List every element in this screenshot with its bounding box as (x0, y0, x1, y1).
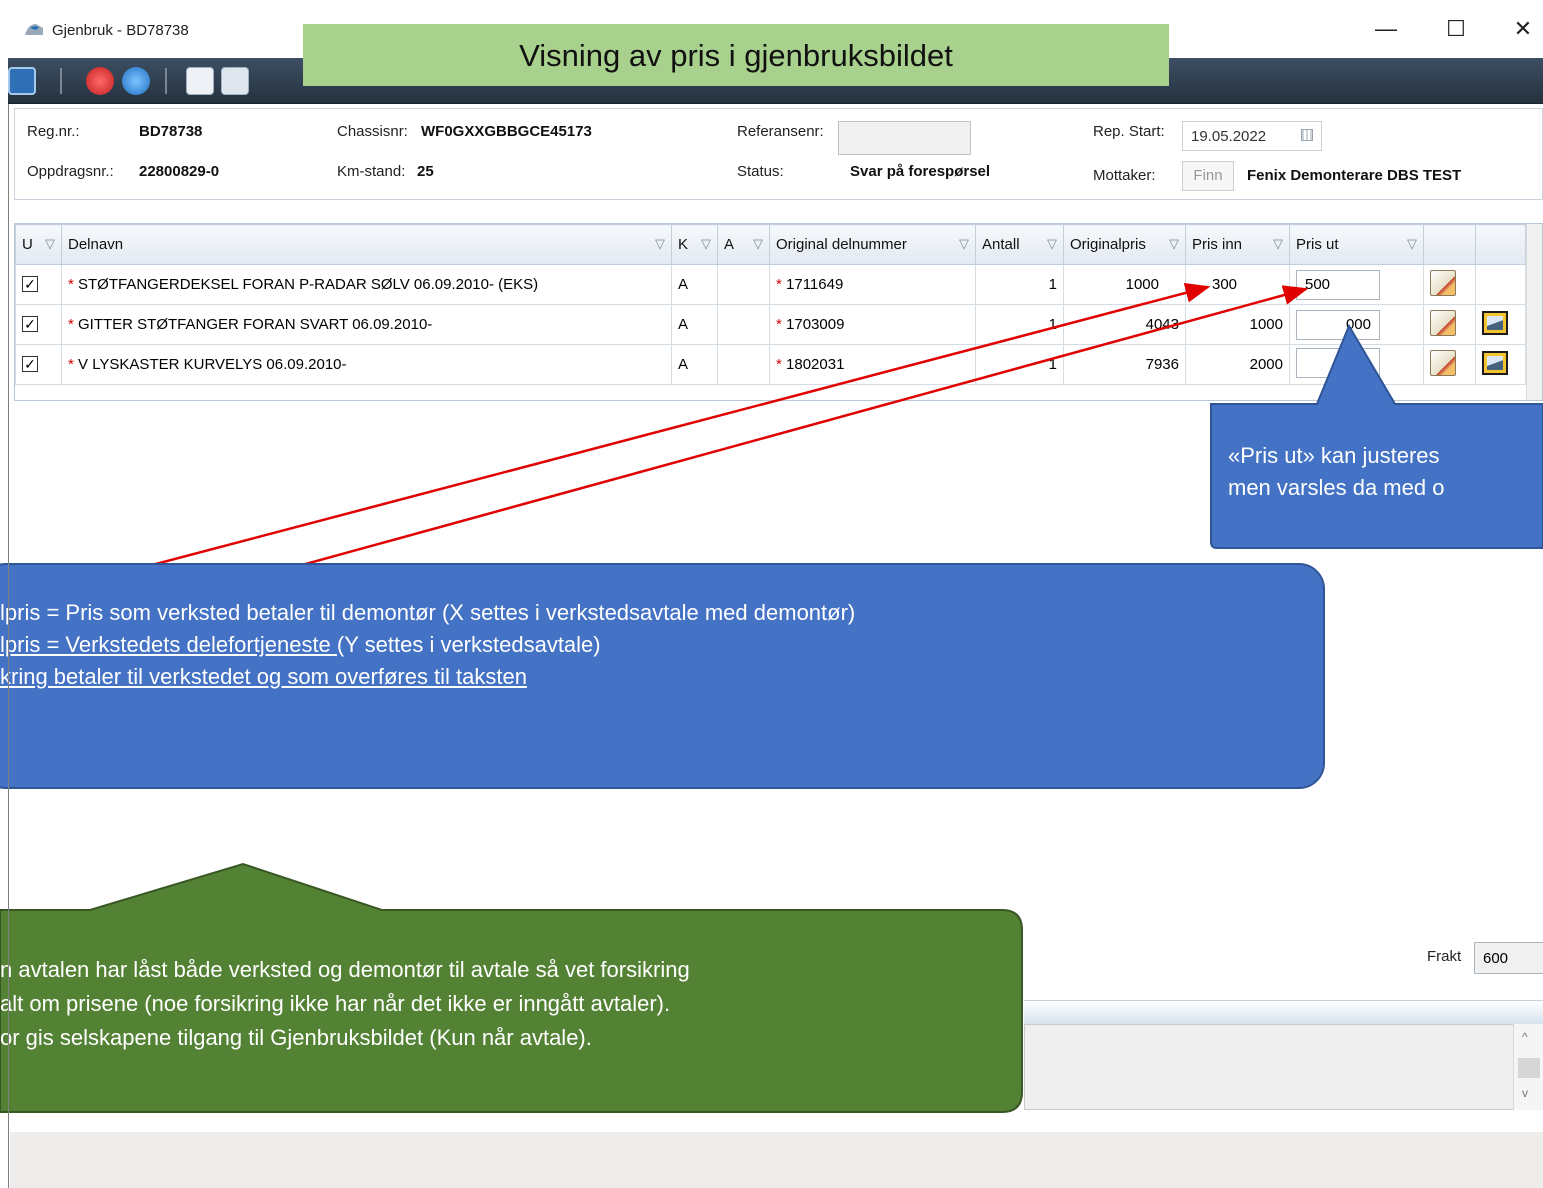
comment-area[interactable] (1024, 1024, 1543, 1110)
frakt-label: Frakt (1427, 948, 1462, 965)
callout-right (1210, 323, 1543, 549)
scroll-thumb[interactable] (1518, 1058, 1540, 1078)
arrow-to-pris-inn (0, 283, 1211, 607)
callout-bottom-line2: alt om prisene (noe forsikring ikke har … (0, 991, 671, 1016)
window-border (8, 104, 9, 1188)
callout-middle-line2-underlined: lpris = Verkstedets delefortjeneste (0, 632, 337, 657)
frakt-input[interactable]: 600 (1474, 942, 1543, 974)
callout-bottom-line3: or gis selskapene tilgang til Gjenbruksb… (0, 1025, 592, 1050)
callout-middle-line1: lpris = Pris som verksted betaler til de… (0, 600, 856, 625)
callout-bottom-text: n avtalen har låst både verksted og demo… (0, 953, 690, 1055)
section-divider (1024, 1000, 1543, 1024)
footer-panel (10, 1132, 1543, 1188)
callout-middle-text: lpris = Pris som verksted betaler til de… (0, 597, 855, 693)
callout-right-line1: «Pris ut» kan justeres (1228, 443, 1440, 468)
callout-right-text: «Pris ut» kan justeres men varsles da me… (1228, 440, 1444, 504)
callout-middle-line3: kring betaler til verkstedet og som over… (0, 664, 527, 689)
callout-right-line2: men varsles da med o (1228, 475, 1445, 500)
callout-middle-line2: (Y settes i verkstedsavtale) (336, 632, 601, 657)
scroll-down-icon[interactable]: v (1522, 1086, 1528, 1100)
comment-scrollbar[interactable]: ^ v (1513, 1024, 1543, 1110)
scroll-up-icon[interactable]: ^ (1522, 1030, 1528, 1044)
callout-bottom-line1: n avtalen har låst både verksted og demo… (0, 957, 690, 982)
